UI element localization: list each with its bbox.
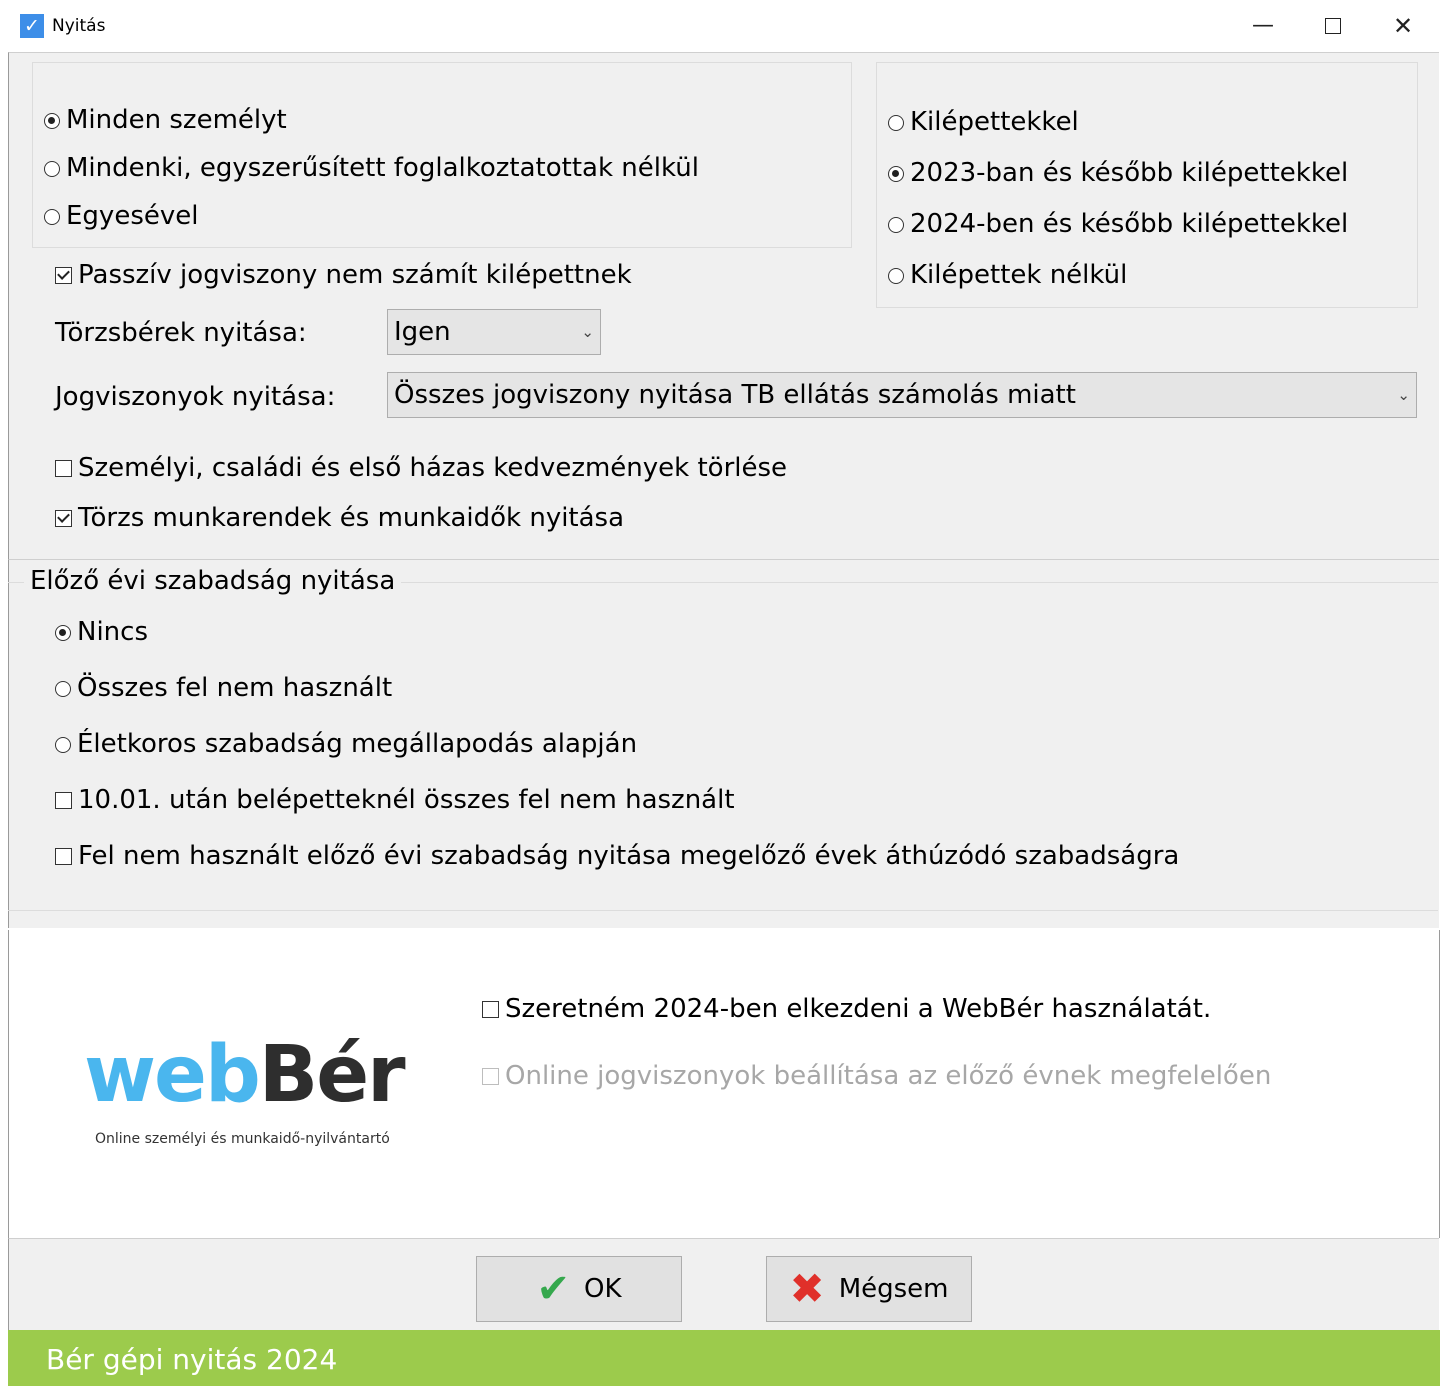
radio-individually[interactable]: Egyesével (44, 201, 198, 231)
radio-leave-age-based[interactable]: Életkoros szabadság megállapodás alapján (55, 729, 637, 759)
base-wages-label: Törzsbérek nyitása: (55, 318, 307, 348)
close-button[interactable]: ✕ (1376, 6, 1430, 46)
base-wages-select[interactable]: Igen ⌄ (387, 309, 601, 355)
radio-icon (888, 216, 904, 233)
maximize-button[interactable] (1306, 6, 1360, 46)
chevron-down-icon: ⌄ (581, 323, 594, 341)
checkmark-icon: ✔ (536, 1266, 570, 1312)
title-bar (0, 0, 1446, 52)
leave-group-title: Előző évi szabadság nyitása (24, 566, 402, 596)
chevron-down-icon: ⌄ (1397, 386, 1410, 404)
online-employments-checkbox[interactable]: Online jogviszonyok beállítása az előző … (482, 1061, 1271, 1091)
close-icon: ✖ (789, 1264, 825, 1313)
schedules-open-checkbox[interactable]: Törzs munkarendek és munkaidők nyitása (55, 503, 624, 533)
checkbox-icon (55, 792, 72, 809)
window-title: Nyitás (52, 16, 106, 36)
radio-leavers-2024[interactable]: 2024-ben és később kilépettekkel (888, 209, 1348, 239)
after-oct-checkbox[interactable]: 10.01. után belépetteknél összes fel nem… (55, 785, 735, 815)
employments-select[interactable]: Összes jogviszony nyitása TB ellátás szá… (387, 372, 1417, 418)
checkbox-icon (55, 848, 72, 865)
passive-employment-checkbox[interactable]: Passzív jogviszony nem számít kilépettne… (55, 260, 632, 290)
checkbox-icon (55, 510, 72, 527)
radio-icon (44, 112, 60, 129)
ok-button[interactable]: ✔ OK (476, 1256, 682, 1322)
minimize-button[interactable]: — (1236, 6, 1290, 46)
radio-simplified-excluded[interactable]: Mindenki, egyszerűsített foglalkoztatott… (44, 153, 699, 183)
radio-icon (55, 736, 71, 753)
checkbox-icon (482, 1068, 499, 1085)
radio-icon (888, 165, 904, 182)
radio-icon (44, 160, 60, 177)
webber-start-checkbox[interactable]: Szeretném 2024-ben elkezdeni a WebBér ha… (482, 994, 1211, 1024)
checkbox-icon (482, 1001, 499, 1018)
webber-logo: webBér (84, 1030, 406, 1120)
radio-all-people[interactable]: Minden személyt (44, 105, 287, 135)
checkbox-icon (55, 267, 72, 284)
carryover-checkbox[interactable]: Fel nem használt előző évi szabadság nyi… (55, 841, 1179, 871)
radio-with-leavers[interactable]: Kilépettekkel (888, 107, 1079, 137)
radio-icon (44, 208, 60, 225)
discounts-delete-checkbox[interactable]: Személyi, családi és első házas kedvezmé… (55, 453, 787, 483)
radio-leave-none[interactable]: Nincs (55, 617, 148, 647)
radio-leavers-2023[interactable]: 2023-ban és később kilépettekkel (888, 158, 1348, 188)
checkbox-icon (55, 460, 72, 477)
divider (8, 910, 1438, 911)
radio-icon (55, 680, 71, 697)
footer-text: Bér gépi nyitás 2024 (46, 1343, 338, 1376)
radio-icon (55, 624, 71, 641)
cancel-button[interactable]: ✖ Mégsem (766, 1256, 972, 1322)
radio-without-leavers[interactable]: Kilépettek nélkül (888, 260, 1127, 290)
button-bar (8, 1238, 1439, 1331)
radio-icon (888, 267, 904, 284)
employments-label: Jogviszonyok nyitása: (55, 382, 336, 412)
checkmark-icon: ✓ (20, 14, 44, 38)
maximize-icon (1325, 18, 1341, 34)
radio-leave-all-unused[interactable]: Összes fel nem használt (55, 673, 392, 703)
radio-icon (888, 114, 904, 131)
webber-tagline: Online személyi és munkaidő-nyilvántartó (95, 1131, 390, 1147)
